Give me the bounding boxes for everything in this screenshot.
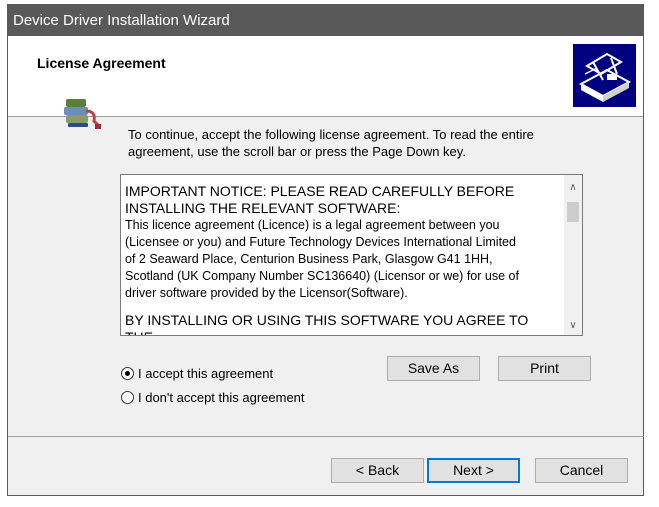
accept-option[interactable]: I accept this agreement	[121, 366, 273, 381]
license-scrollbar[interactable]: ∧ ∨	[564, 175, 582, 335]
instruction-text: To continue, accept the following licens…	[128, 127, 534, 159]
hardware-drive-icon	[573, 44, 636, 107]
window-title: Device Driver Installation Wizard	[13, 12, 230, 29]
license-heading-line: IMPORTANT NOTICE: PLEASE READ CAREFULLY …	[125, 183, 515, 199]
license-paragraph-line: Scotland (UK Company Number SC136640) (L…	[125, 269, 519, 283]
license-text-box[interactable]: IMPORTANT NOTICE: PLEASE READ CAREFULLY …	[120, 174, 583, 336]
title-bar: Device Driver Installation Wizard	[8, 5, 643, 36]
accept-radio[interactable]	[121, 367, 134, 380]
footer-divider	[8, 436, 644, 437]
back-button[interactable]: < Back	[331, 458, 424, 483]
license-paragraph-line: (Licensee or you) and Future Technology …	[125, 235, 516, 249]
scroll-up-icon[interactable]: ∧	[564, 179, 582, 196]
print-button[interactable]: Print	[498, 356, 591, 381]
network-cable-icon	[60, 93, 104, 133]
page-title: License Agreement	[37, 55, 166, 71]
license-paragraph-line: driver software provided by the Licensor…	[125, 286, 408, 300]
decline-option[interactable]: I don't accept this agreement	[121, 390, 305, 405]
license-paragraph-line: BY INSTALLING OR USING THIS SOFTWARE YOU…	[125, 312, 529, 335]
license-text: IMPORTANT NOTICE: PLEASE READ CAREFULLY …	[125, 183, 557, 335]
license-paragraph-line: of 2 Seaward Place, Centurion Business P…	[125, 252, 493, 266]
scroll-thumb[interactable]	[567, 202, 579, 222]
license-paragraph-line: This licence agreement (Licence) is a le…	[125, 218, 500, 232]
decline-radio[interactable]	[121, 391, 134, 404]
decline-label[interactable]: I don't accept this agreement	[138, 390, 305, 405]
accept-label[interactable]: I accept this agreement	[138, 366, 273, 381]
save-as-button[interactable]: Save As	[387, 356, 480, 381]
license-heading-line: INSTALLING THE RELEVANT SOFTWARE:	[125, 200, 401, 216]
cancel-button[interactable]: Cancel	[535, 458, 628, 483]
scroll-down-icon[interactable]: ∨	[564, 317, 582, 334]
next-button[interactable]: Next >	[427, 458, 520, 483]
